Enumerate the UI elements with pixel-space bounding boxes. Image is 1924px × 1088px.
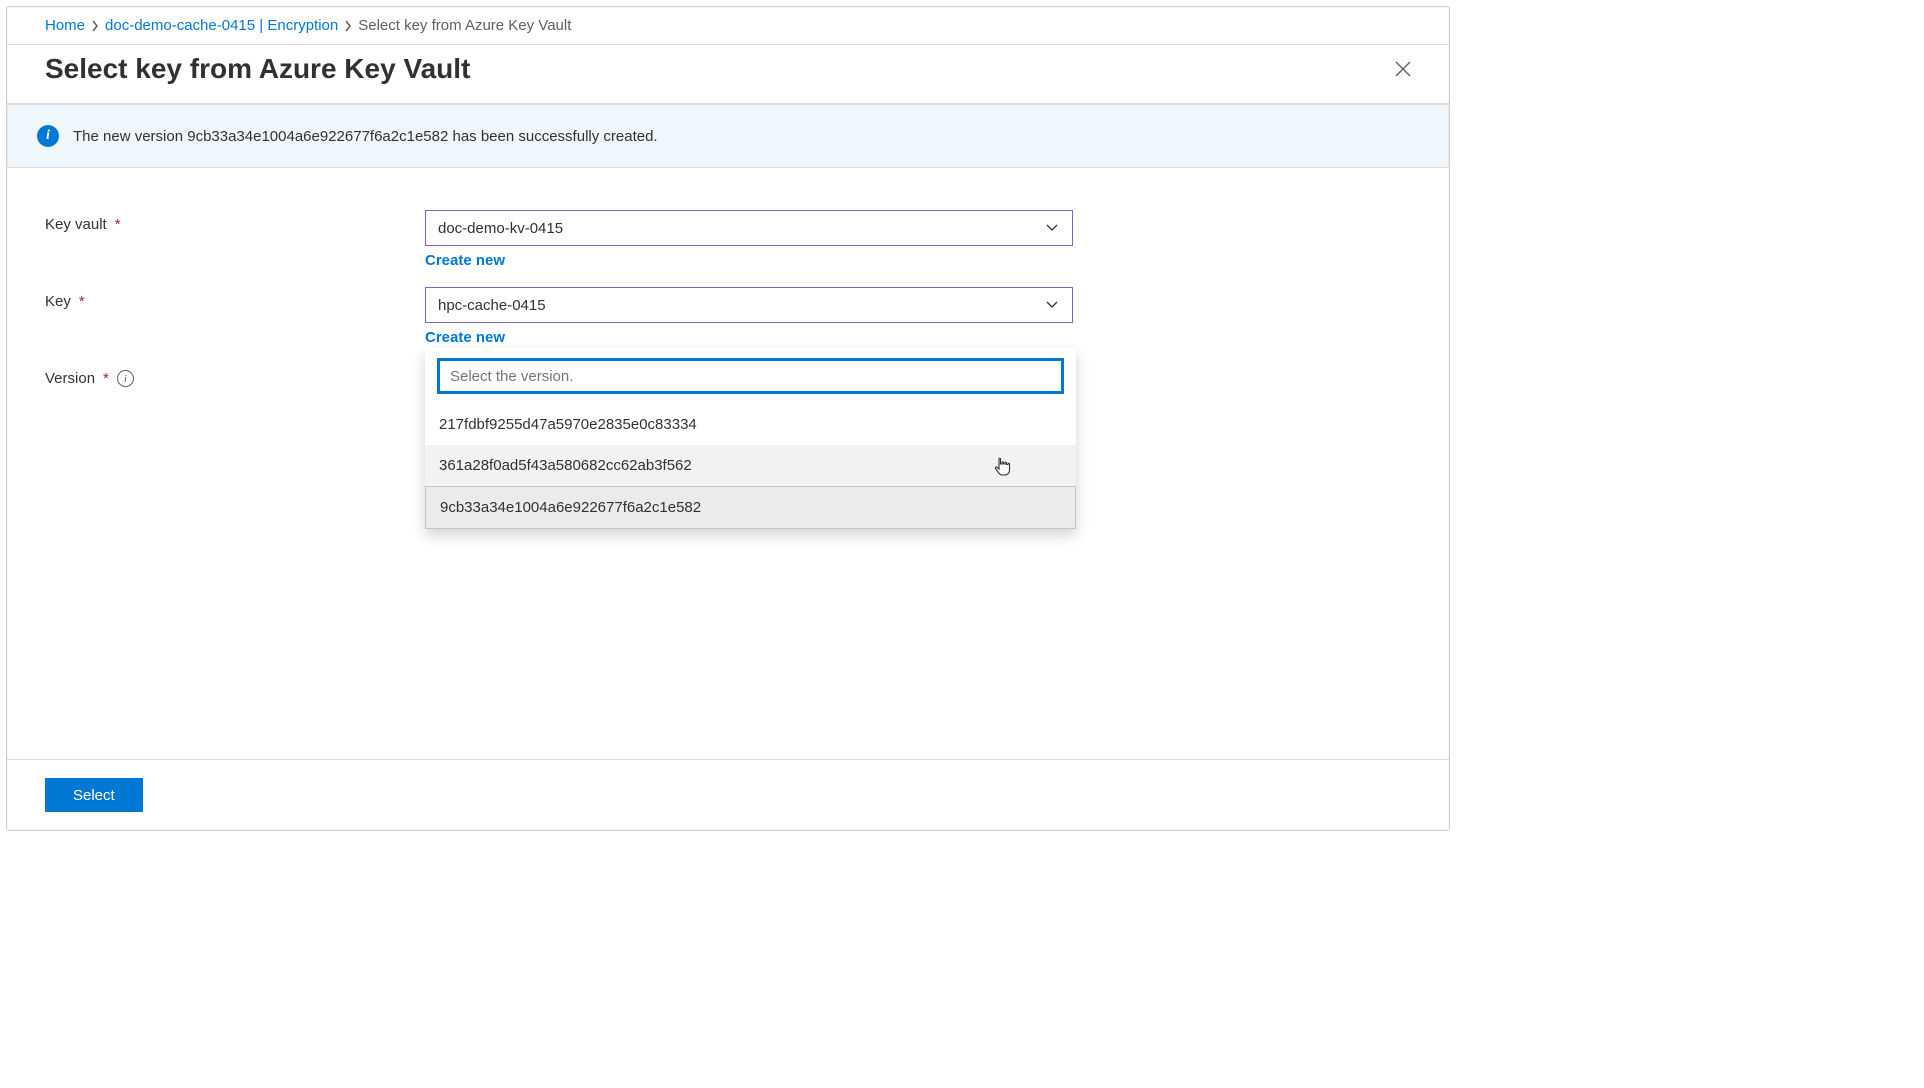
- chevron-right-icon: [344, 20, 352, 32]
- label-version-text: Version: [45, 370, 95, 387]
- breadcrumb-home[interactable]: Home: [45, 17, 85, 34]
- label-key-vault: Key vault *: [45, 210, 425, 233]
- label-key-vault-text: Key vault: [45, 216, 107, 233]
- version-option[interactable]: 217fdbf9255d47a5970e2835e0c83334: [425, 404, 1076, 445]
- breadcrumb-subsection[interactable]: Encryption: [267, 17, 338, 34]
- row-key: Key * hpc-cache-0415 Create new: [45, 287, 1419, 346]
- breadcrumb-resource[interactable]: doc-demo-cache-0415 | Encryption: [105, 17, 338, 34]
- select-button[interactable]: Select: [45, 778, 143, 812]
- breadcrumb-resource-name[interactable]: doc-demo-cache-0415: [105, 17, 255, 34]
- combo-key-vault-value: doc-demo-kv-0415: [438, 220, 563, 237]
- version-option-label: 361a28f0ad5f43a580682cc62ab3f562: [439, 457, 692, 474]
- breadcrumb: Home doc-demo-cache-0415 | Encryption Se…: [7, 7, 1449, 45]
- required-asterisk: *: [79, 293, 85, 310]
- blade-panel: Home doc-demo-cache-0415 | Encryption Se…: [6, 6, 1450, 831]
- form-area: Key vault * doc-demo-kv-0415 Create new …: [7, 168, 1449, 759]
- pointer-cursor-icon: [992, 453, 1014, 479]
- version-search-box[interactable]: [437, 358, 1064, 394]
- version-option[interactable]: 361a28f0ad5f43a580682cc62ab3f562: [425, 445, 1076, 486]
- chevron-down-icon: [1044, 297, 1060, 313]
- info-icon: i: [37, 125, 59, 147]
- title-row: Select key from Azure Key Vault: [7, 45, 1449, 104]
- combo-key-value: hpc-cache-0415: [438, 297, 546, 314]
- chevron-down-icon: [1044, 220, 1060, 236]
- breadcrumb-current: Select key from Azure Key Vault: [358, 17, 571, 34]
- close-icon: [1394, 60, 1412, 78]
- link-create-key[interactable]: Create new: [425, 329, 505, 346]
- footer: Select: [7, 759, 1449, 830]
- required-asterisk: *: [115, 216, 121, 233]
- info-banner: i The new version 9cb33a34e1004a6e922677…: [7, 104, 1449, 168]
- info-icon[interactable]: i: [117, 370, 134, 387]
- row-key-vault: Key vault * doc-demo-kv-0415 Create new: [45, 210, 1419, 269]
- link-create-key-vault[interactable]: Create new: [425, 252, 505, 269]
- info-banner-text: The new version 9cb33a34e1004a6e922677f6…: [73, 128, 658, 145]
- page-title: Select key from Azure Key Vault: [45, 53, 470, 85]
- version-search-input[interactable]: [448, 367, 1053, 386]
- required-asterisk: *: [103, 370, 109, 387]
- combo-key-vault[interactable]: doc-demo-kv-0415: [425, 210, 1073, 246]
- label-version: Version * i: [45, 364, 425, 387]
- label-key: Key *: [45, 287, 425, 310]
- label-key-text: Key: [45, 293, 71, 310]
- version-dropdown-popup: 217fdbf9255d47a5970e2835e0c83334 361a28f…: [425, 348, 1076, 529]
- combo-key[interactable]: hpc-cache-0415: [425, 287, 1073, 323]
- close-button[interactable]: [1387, 53, 1419, 85]
- chevron-right-icon: [91, 20, 99, 32]
- version-option-selected[interactable]: 9cb33a34e1004a6e922677f6a2c1e582: [425, 486, 1076, 529]
